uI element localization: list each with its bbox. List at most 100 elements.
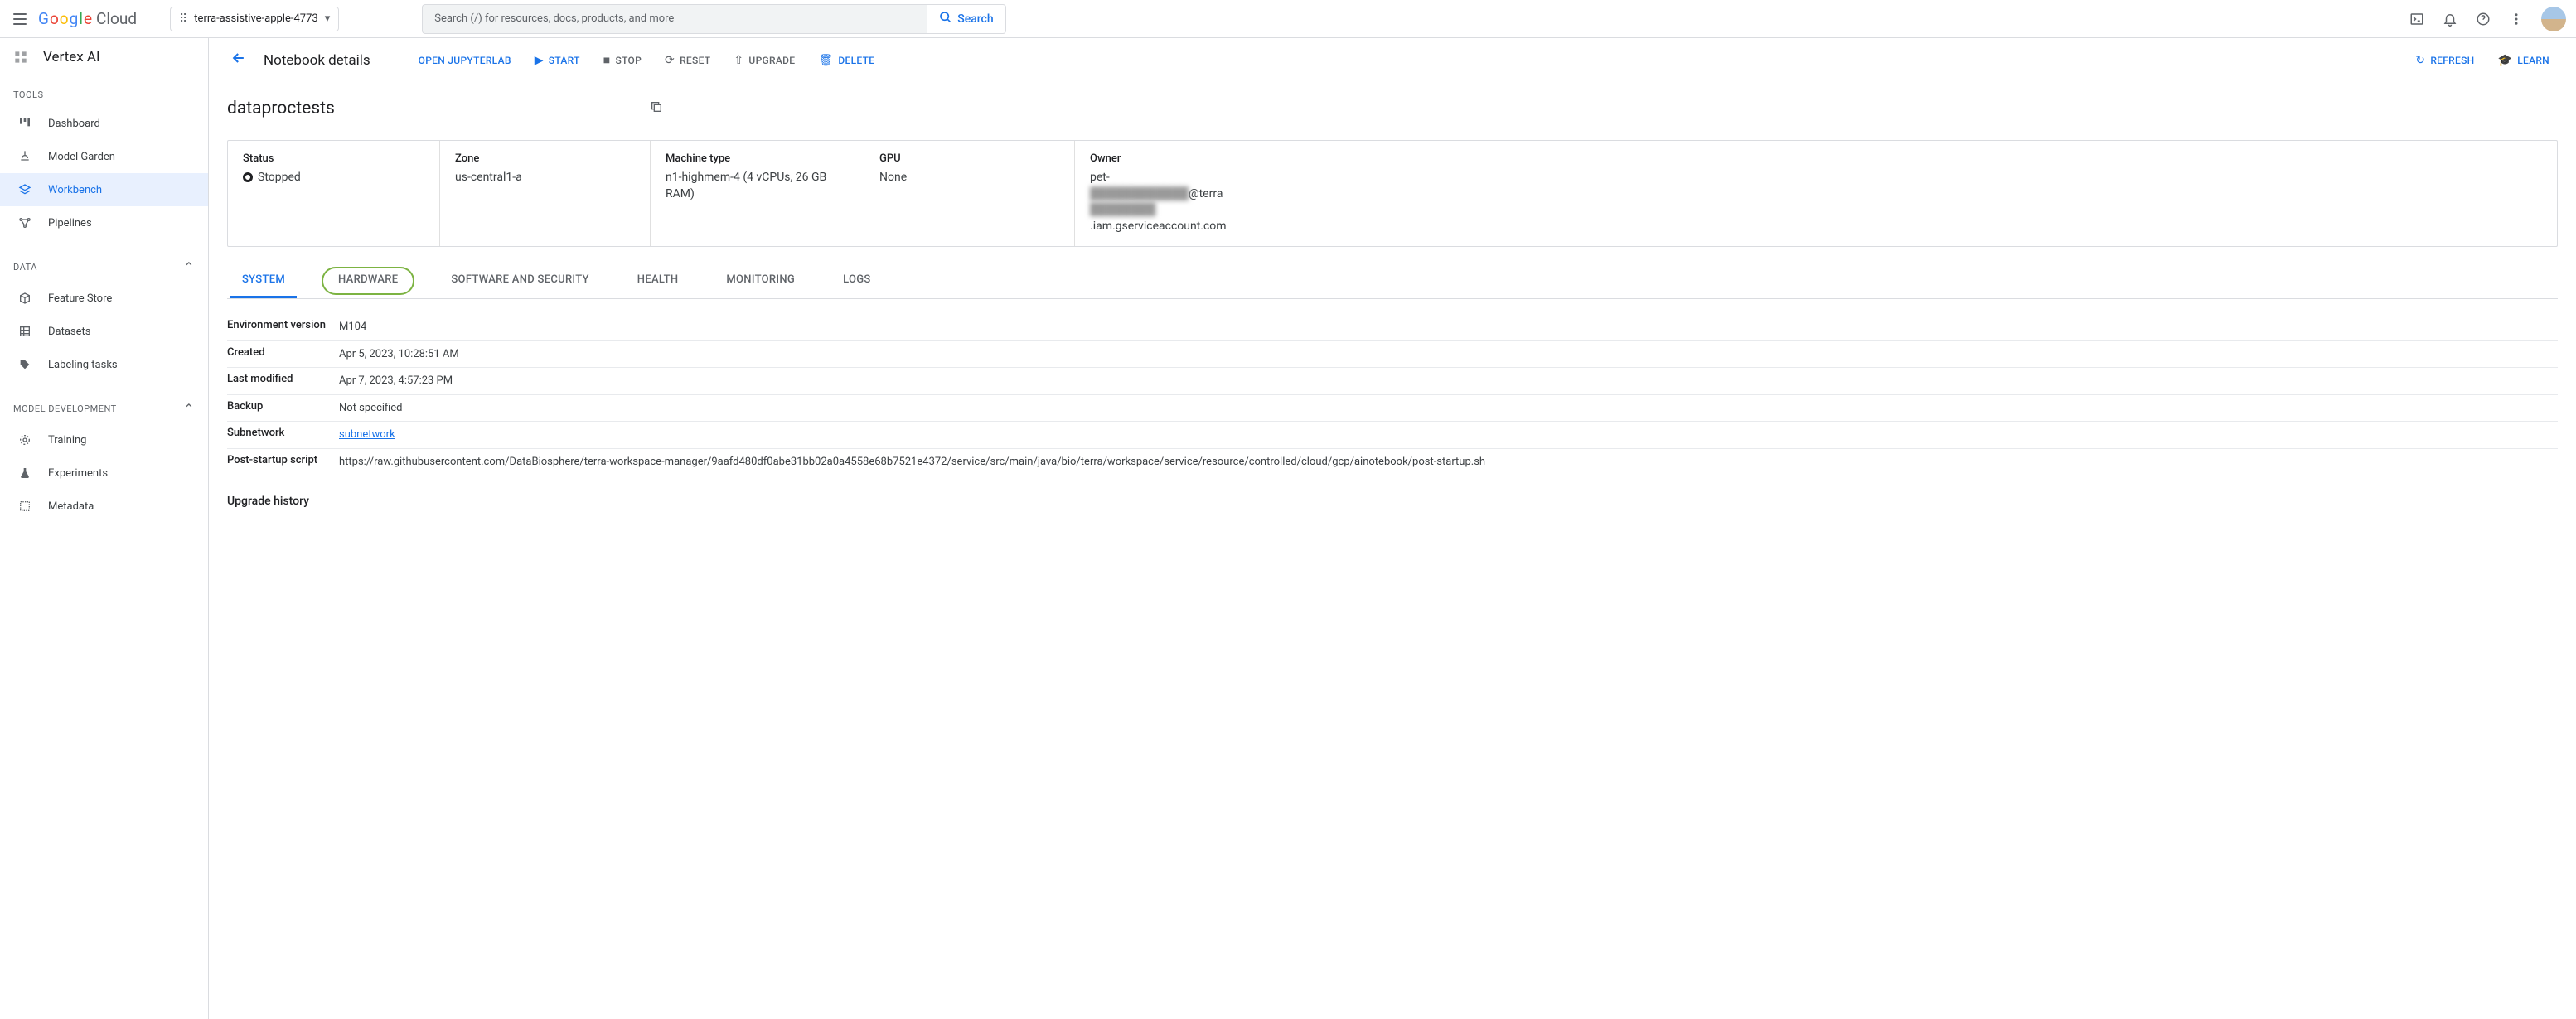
sidebar-product-header[interactable]: Vertex AI	[0, 38, 208, 76]
row-backup: Backup Not specified	[227, 395, 2558, 423]
delete-button[interactable]: 🗑DELETE	[810, 49, 883, 72]
system-details-table: Environment version M104 Created Apr 5, …	[227, 314, 2558, 475]
zone-value: us-central1-a	[455, 170, 635, 186]
owner-value: pet- ████████████@terra ████████ .iam.gs…	[1090, 170, 2542, 234]
trash-icon: 🗑	[818, 54, 833, 67]
notebook-name: dataproctests	[227, 90, 335, 127]
tab-health[interactable]: HEALTH	[626, 263, 690, 298]
sidebar-item-datasets[interactable]: Datasets	[0, 315, 208, 348]
cloud-text: Cloud	[96, 9, 137, 28]
sidebar-label: Feature Store	[48, 292, 112, 305]
tabs: SYSTEM HARDWARE SOFTWARE AND SECURITY HE…	[227, 263, 2558, 299]
sidebar-label: Model Garden	[48, 151, 115, 163]
gpu-label: GPU	[879, 152, 1059, 165]
action-bar: Notebook details OPEN JUPYTERLAB ▶START …	[209, 38, 2576, 82]
labeling-icon	[17, 356, 33, 373]
training-icon	[17, 432, 33, 448]
sidebar-label: Datasets	[48, 326, 91, 338]
row-created: Created Apr 5, 2023, 10:28:51 AM	[227, 341, 2558, 369]
copy-icon[interactable]	[650, 100, 663, 117]
section-model-dev[interactable]: MODEL DEVELOPMENT⌃	[0, 394, 208, 423]
product-name: Vertex AI	[43, 49, 100, 65]
sidebar-label: Metadata	[48, 500, 94, 513]
start-button[interactable]: ▶START	[526, 49, 588, 72]
sidebar-label: Dashboard	[48, 118, 100, 130]
sidebar-item-metadata[interactable]: Metadata	[0, 490, 208, 523]
project-picker[interactable]: ⠿ terra-assistive-apple-4773 ▾	[170, 7, 339, 31]
sidebar-item-feature-store[interactable]: Feature Store	[0, 282, 208, 315]
tab-logs[interactable]: LOGS	[831, 263, 883, 298]
sidebar-item-pipelines[interactable]: Pipelines	[0, 206, 208, 239]
tab-hardware[interactable]: HARDWARE	[322, 267, 414, 295]
sidebar-label: Labeling tasks	[48, 359, 118, 371]
tab-system[interactable]: SYSTEM	[230, 263, 297, 298]
open-jupyterlab-button[interactable]: OPEN JUPYTERLAB	[410, 50, 520, 71]
datasets-icon	[17, 323, 33, 340]
row-modified: Last modified Apr 7, 2023, 4:57:23 PM	[227, 368, 2558, 395]
status-value: Stopped	[243, 170, 424, 186]
project-name: terra-assistive-apple-4773	[194, 12, 317, 25]
search-button[interactable]: Search	[927, 4, 1005, 34]
feature-store-icon	[17, 290, 33, 307]
stop-icon: ■	[603, 53, 611, 67]
sidebar-item-workbench[interactable]: Workbench	[0, 173, 208, 206]
search-wrap: Search (/) for resources, docs, products…	[422, 4, 1005, 34]
sidebar-label: Workbench	[48, 184, 102, 196]
upgrade-icon: ⇧	[734, 54, 743, 67]
sidebar-label: Pipelines	[48, 217, 92, 229]
sidebar-item-labeling[interactable]: Labeling tasks	[0, 348, 208, 381]
project-icon: ⠿	[179, 12, 187, 26]
refresh-button[interactable]: ↻REFRESH	[2407, 49, 2482, 72]
learn-button[interactable]: 🎓LEARN	[2489, 49, 2558, 72]
more-icon[interactable]	[2508, 11, 2525, 27]
pipelines-icon	[17, 215, 33, 231]
search-input[interactable]: Search (/) for resources, docs, products…	[422, 4, 927, 34]
info-grid: Status Stopped Zone us-central1-a Machin…	[227, 140, 2558, 247]
sidebar-item-experiments[interactable]: Experiments	[0, 456, 208, 490]
learn-icon: 🎓	[2497, 54, 2512, 67]
experiments-icon	[17, 465, 33, 481]
nav-menu-button[interactable]	[10, 9, 30, 29]
stop-button[interactable]: ■STOP	[595, 48, 650, 72]
info-machine-type: Machine type n1-highmem-4 (4 vCPUs, 26 G…	[651, 141, 864, 246]
info-owner: Owner pet- ████████████@terra ████████ .…	[1075, 141, 2557, 246]
info-gpu: GPU None	[864, 141, 1075, 246]
row-env-version: Environment version M104	[227, 314, 2558, 341]
cloud-shell-icon[interactable]	[2409, 11, 2425, 27]
section-data[interactable]: DATA⌃	[0, 253, 208, 282]
notifications-icon[interactable]	[2442, 11, 2458, 27]
help-icon[interactable]	[2475, 11, 2491, 27]
google-cloud-logo[interactable]: Google Cloud	[38, 9, 137, 28]
back-button[interactable]	[227, 46, 250, 74]
utility-icons	[2409, 7, 2566, 31]
top-bar: Google Cloud ⠿ terra-assistive-apple-477…	[0, 0, 2576, 38]
tab-software[interactable]: SOFTWARE AND SECURITY	[439, 263, 600, 298]
play-icon: ▶	[535, 54, 544, 67]
search-placeholder: Search (/) for resources, docs, products…	[434, 12, 674, 25]
page-title: Notebook details	[264, 52, 370, 69]
sidebar-item-training[interactable]: Training	[0, 423, 208, 456]
sidebar-item-dashboard[interactable]: Dashboard	[0, 107, 208, 140]
machine-label: Machine type	[666, 152, 849, 165]
upgrade-button[interactable]: ⇧UPGRADE	[725, 49, 803, 72]
owner-label: Owner	[1090, 152, 2542, 165]
info-zone: Zone us-central1-a	[440, 141, 651, 246]
main-content: Notebook details OPEN JUPYTERLAB ▶START …	[209, 38, 2576, 1019]
search-icon	[939, 11, 952, 27]
workbench-icon	[17, 181, 33, 198]
refresh-icon: ↻	[2415, 54, 2425, 67]
subnetwork-link[interactable]: subnetwork	[339, 428, 395, 441]
chevron-up-icon: ⌃	[183, 259, 195, 275]
reset-button[interactable]: ⟳RESET	[656, 49, 719, 72]
tab-monitoring[interactable]: MONITORING	[714, 263, 806, 298]
sidebar-item-model-garden[interactable]: Model Garden	[0, 140, 208, 173]
sidebar: Vertex AI TOOLS Dashboard Model Garden W…	[0, 38, 209, 1019]
status-label: Status	[243, 152, 424, 165]
dashboard-icon	[17, 115, 33, 132]
zone-label: Zone	[455, 152, 635, 165]
info-status: Status Stopped	[228, 141, 440, 246]
status-dot-icon	[243, 172, 253, 182]
sidebar-label: Training	[48, 434, 86, 447]
upgrade-history-heading: Upgrade history	[227, 495, 2558, 508]
account-avatar[interactable]	[2541, 7, 2566, 31]
